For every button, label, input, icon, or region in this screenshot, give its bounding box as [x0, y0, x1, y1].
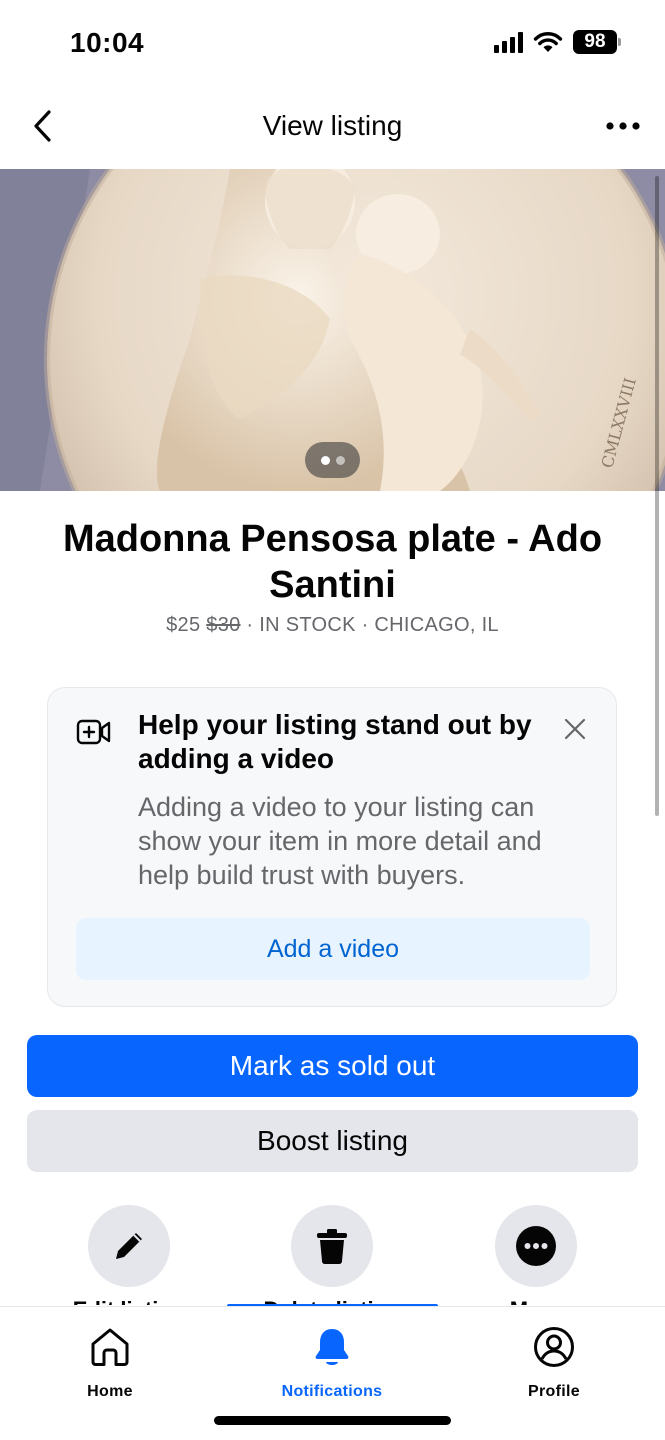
listing-location: CHICAGO, IL: [374, 614, 499, 636]
photo-dot: [335, 455, 345, 465]
more-actions-label: More: [436, 1297, 636, 1305]
more-icon: [516, 1226, 556, 1266]
listing-title: Madonna Pensosa plate - Ado Santini: [62, 518, 603, 606]
dismiss-card-button[interactable]: [560, 714, 590, 744]
profile-icon: [534, 1327, 574, 1367]
battery-icon: 98: [573, 30, 621, 54]
ellipsis-icon: [606, 122, 640, 130]
nav-home[interactable]: Home: [40, 1325, 180, 1401]
nav-notifications[interactable]: Notifications: [262, 1325, 402, 1401]
listing-actions: Edit listing Delete listing More: [0, 1205, 665, 1305]
home-icon: [91, 1328, 129, 1366]
close-icon: [564, 718, 586, 740]
wifi-icon: [533, 32, 563, 52]
bell-icon: [315, 1329, 349, 1365]
more-options-button[interactable]: [599, 106, 647, 146]
more-actions-button[interactable]: More: [436, 1205, 636, 1305]
status-icons: 98: [494, 30, 621, 54]
listing-original-price: $30: [206, 614, 241, 636]
status-time: 10:04: [70, 27, 145, 58]
pencil-icon: [116, 1233, 142, 1259]
video-card-description: Adding a video to your listing can show …: [138, 792, 542, 890]
delete-listing-button[interactable]: Delete listing: [232, 1205, 432, 1305]
photo-pagination-dots: [305, 442, 360, 478]
scrollbar-thumb[interactable]: [655, 176, 659, 816]
add-video-button[interactable]: Add a video: [76, 918, 590, 980]
trash-icon: [317, 1229, 347, 1264]
nav-profile-label: Profile: [528, 1383, 580, 1400]
listing-price: $25: [166, 614, 201, 636]
mark-sold-out-button[interactable]: Mark as sold out: [27, 1035, 638, 1097]
nav-home-label: Home: [87, 1383, 133, 1400]
video-add-icon: [76, 719, 111, 745]
listing-meta: $25 $30 · IN STOCK · CHICAGO, IL: [166, 614, 499, 636]
edit-listing-button[interactable]: Edit listing: [29, 1205, 229, 1305]
home-indicator[interactable]: [214, 1416, 451, 1425]
nav-notifications-label: Notifications: [281, 1383, 383, 1400]
status-bar: 10:04 98: [0, 0, 665, 90]
edit-listing-label: Edit listing: [29, 1297, 229, 1305]
header: View listing: [0, 90, 665, 168]
video-card-title: Help your listing stand out by adding a …: [138, 709, 532, 774]
add-video-card: Help your listing stand out by adding a …: [47, 687, 617, 1007]
photo-dot-active: [320, 455, 330, 465]
listing-stock-status: IN STOCK: [259, 614, 356, 636]
nav-profile[interactable]: Profile: [484, 1325, 624, 1401]
battery-level: 98: [573, 30, 617, 54]
page-title: View listing: [262, 110, 403, 141]
boost-listing-button[interactable]: Boost listing: [27, 1110, 638, 1172]
cellular-signal-icon: [494, 31, 523, 53]
